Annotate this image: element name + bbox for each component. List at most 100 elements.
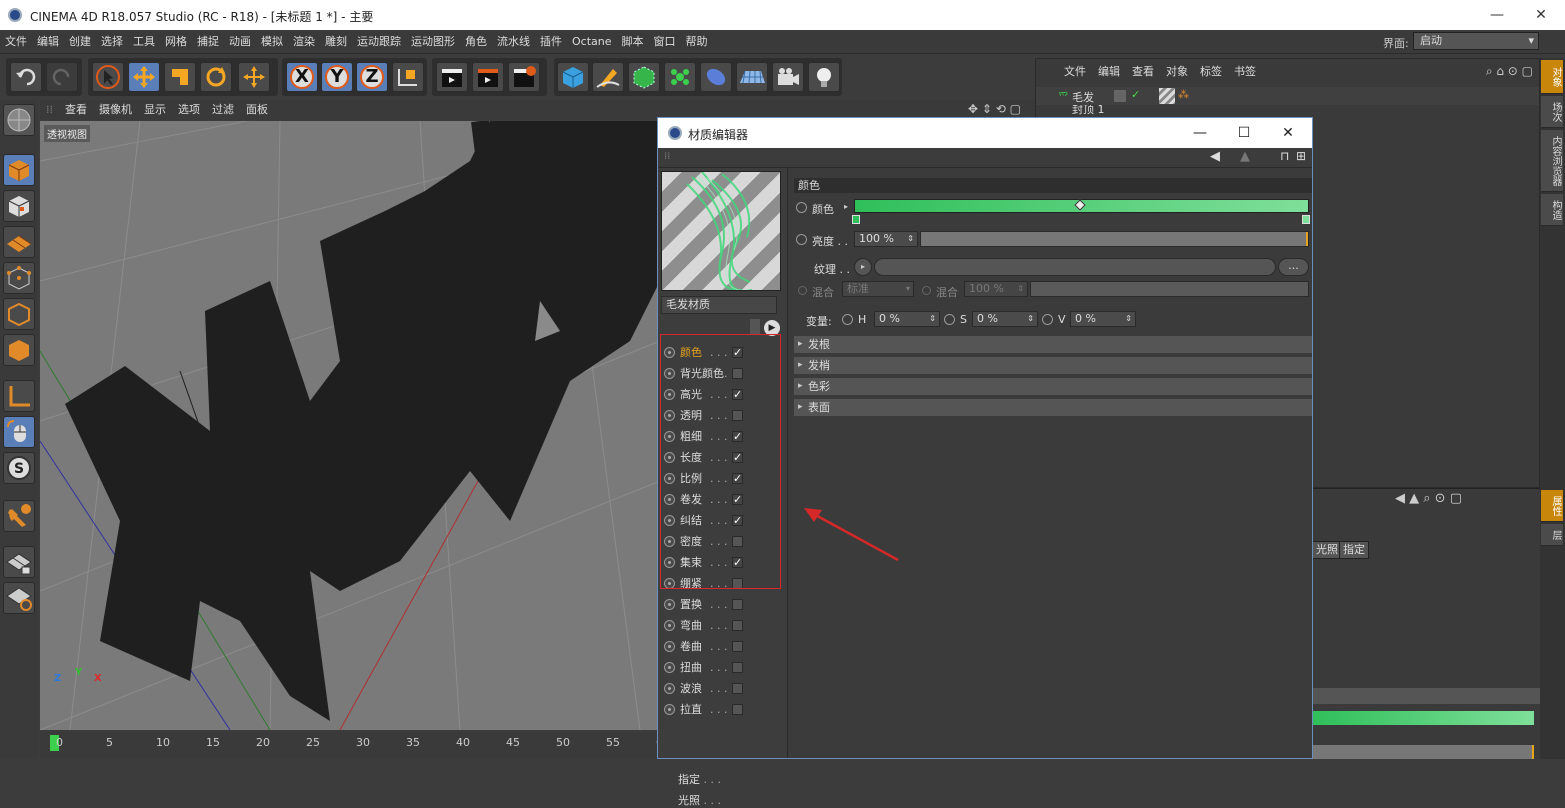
menu-item-0[interactable]: 文件 [0, 30, 32, 54]
object-menu-item-2[interactable]: 查看 [1126, 59, 1160, 85]
menu-item-19[interactable]: 帮助 [681, 30, 713, 54]
channel-checkbox[interactable]: ✓ [732, 452, 743, 463]
tab-content-browser[interactable]: 内容浏览器 [1541, 130, 1563, 192]
texture-menu-button[interactable]: ▸ [854, 258, 872, 276]
channel-radio[interactable] [664, 389, 675, 400]
menu-item-18[interactable]: 窗口 [649, 30, 681, 54]
channel-label[interactable]: 密度 [680, 531, 702, 552]
object-menu-item-3[interactable]: 对象 [1160, 59, 1194, 85]
channel-checkbox[interactable] [732, 410, 743, 421]
floor-icon[interactable] [736, 62, 768, 92]
channel-checkbox[interactable] [732, 620, 743, 631]
move-tool-button[interactable] [128, 62, 160, 92]
channel-radio[interactable] [664, 578, 675, 589]
texture-slot[interactable] [874, 258, 1276, 276]
menu-item-13[interactable]: 角色 [460, 30, 492, 54]
saturation-radio[interactable] [944, 314, 955, 325]
channel-radio[interactable] [664, 494, 675, 505]
section-tip[interactable]: 发梢 [794, 357, 1312, 374]
channel-checkbox[interactable]: ✓ [732, 515, 743, 526]
channel-row[interactable]: 比例 . . . ✓ [662, 468, 782, 489]
channel-checkbox[interactable]: ✓ [732, 557, 743, 568]
channel-radio[interactable] [664, 368, 675, 379]
channel-radio[interactable] [664, 410, 675, 421]
channel-radio[interactable] [664, 452, 675, 463]
saturation-input[interactable]: 0 % ⇕ [972, 311, 1038, 327]
cube-icon[interactable] [557, 62, 589, 92]
section-tint[interactable]: 色彩 [794, 378, 1312, 395]
scale-tool-button[interactable] [164, 62, 196, 92]
channel-row[interactable]: 卷曲 . . . [662, 636, 782, 657]
channel-label[interactable]: 绷紧 [680, 573, 702, 594]
viewport-menu-item-0[interactable]: 查看 [59, 100, 93, 120]
color-expand-icon[interactable]: ▸ [844, 202, 848, 211]
channel-assign-label[interactable]: 指定 . . . [678, 771, 721, 787]
channel-row[interactable]: 绷紧 . . . [662, 573, 782, 594]
attr-light-button[interactable]: 光照 [1312, 541, 1342, 559]
channel-label[interactable]: 粗细 [680, 426, 702, 447]
channel-label[interactable]: 透明 [680, 405, 702, 426]
channel-row[interactable]: 卷发 . . . ✓ [662, 489, 782, 510]
deformer-icon[interactable] [700, 62, 732, 92]
channel-checkbox[interactable]: ✓ [732, 494, 743, 505]
channel-label[interactable]: 波浪 [680, 678, 702, 699]
visibility-check-icon[interactable]: ✓ [1131, 88, 1140, 101]
coordinate-system-button[interactable] [392, 62, 424, 92]
menu-item-12[interactable]: 运动图形 [406, 30, 460, 54]
channel-radio[interactable] [664, 536, 675, 547]
gradient-start-knot[interactable] [852, 215, 860, 224]
object-row-hair[interactable]: ⺤ 毛发 ✓ ⁂ [1036, 87, 1539, 105]
channel-radio[interactable] [664, 515, 675, 526]
channel-checkbox[interactable] [732, 368, 743, 379]
gradient-end-knot[interactable] [1302, 215, 1310, 224]
object-manager-tool-icons[interactable]: ⌕ ⌂ ⊙ ▢ [1486, 64, 1533, 79]
texture-browse-button[interactable]: ... [1278, 258, 1309, 276]
channel-row[interactable]: 置换 . . . [662, 594, 782, 615]
close-button[interactable]: ✕ [1519, 0, 1563, 30]
channel-label[interactable]: 纠结 [680, 510, 702, 531]
points-mode-icon[interactable] [3, 262, 35, 294]
brightness-keyframe-radio[interactable] [796, 234, 807, 245]
object-menu-item-4[interactable]: 标签 [1194, 59, 1228, 85]
channel-checkbox[interactable] [732, 641, 743, 652]
brightness-slider[interactable] [920, 231, 1309, 247]
channel-illumination-label[interactable]: 光照 . . . [678, 792, 721, 808]
viewport-menu-item-2[interactable]: 显示 [138, 100, 172, 120]
transform-tool-button[interactable] [238, 62, 270, 92]
hair-tag-icon[interactable]: ⁂ [1178, 88, 1189, 101]
redo-button[interactable] [46, 62, 78, 92]
rotate-tool-button[interactable] [200, 62, 232, 92]
attr-color-gradient[interactable] [1312, 711, 1534, 725]
tab-objects[interactable]: 对象 [1541, 60, 1563, 94]
snap-icon[interactable]: S [3, 452, 35, 484]
channel-row[interactable]: 扭曲 . . . [662, 657, 782, 678]
channel-radio[interactable] [664, 347, 675, 358]
object-row-cap[interactable]: 封顶 1 [1036, 105, 1539, 115]
up-arrow-icon[interactable]: ▲ [1240, 149, 1250, 164]
viewport-menu-item-3[interactable]: 选项 [172, 100, 206, 120]
attr-brightness-slider[interactable] [1312, 745, 1534, 759]
perspective-viewport[interactable]: Z Y X [40, 121, 660, 730]
attr-assign-button[interactable]: 指定 [1339, 541, 1369, 559]
render-preview-icon[interactable]: ▶ [764, 320, 780, 336]
light-icon[interactable] [808, 62, 840, 92]
channel-radio[interactable] [664, 473, 675, 484]
channel-radio[interactable] [664, 431, 675, 442]
section-surface[interactable]: 表面 [794, 399, 1312, 416]
object-menu-item-5[interactable]: 书签 [1228, 59, 1262, 85]
dialog-minimize-button[interactable]: — [1178, 118, 1222, 148]
tweak-mode-icon[interactable] [3, 416, 35, 448]
material-name-field[interactable]: 毛发材质 [661, 296, 777, 314]
channel-row[interactable]: 集束 . . . ✓ [662, 552, 782, 573]
channel-checkbox[interactable]: ✓ [732, 347, 743, 358]
channel-checkbox[interactable]: ✓ [732, 473, 743, 484]
render-view-button[interactable] [436, 62, 468, 92]
brightness-input[interactable]: 100 % ⇕ [854, 231, 918, 247]
lock-icon[interactable]: ⊓ [1280, 149, 1289, 163]
viewport-menu-item-5[interactable]: 面板 [240, 100, 274, 120]
viewport-menu-item-4[interactable]: 过滤 [206, 100, 240, 120]
channel-label[interactable]: 比例 [680, 468, 702, 489]
viewport-menu-item-1[interactable]: 摄像机 [93, 100, 138, 120]
menu-item-16[interactable]: Octane [567, 30, 617, 54]
channel-checkbox[interactable] [732, 578, 743, 589]
